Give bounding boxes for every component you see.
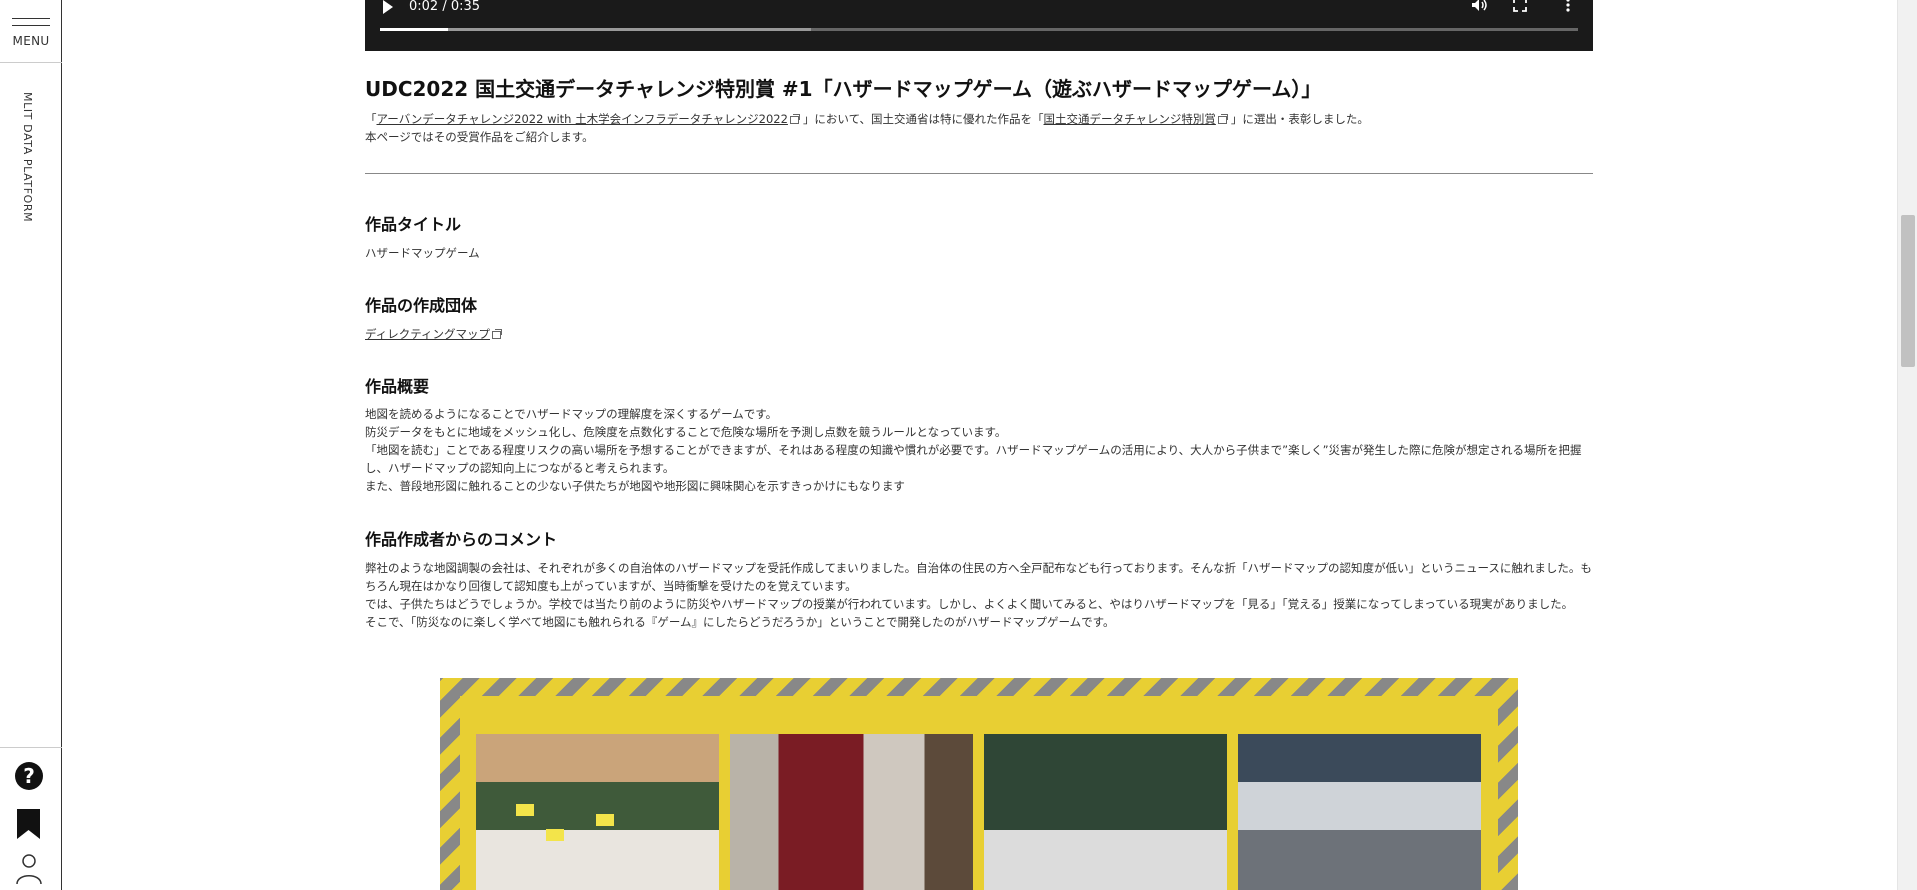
video-progress-fill	[380, 28, 449, 31]
platform-label[interactable]: MLIT DATA PLATFORM	[21, 92, 34, 222]
section-divider	[365, 173, 1593, 174]
work-title-value: ハザードマップゲーム	[365, 246, 480, 260]
section-heading-title: 作品タイトル	[365, 215, 462, 234]
volume-icon[interactable]	[1471, 0, 1489, 12]
intro-prefix: 「	[365, 112, 377, 126]
video-progress-bar[interactable]	[380, 28, 1578, 31]
summary-line: また、普段地形図に触れることの少ない子供たちが地図や地形図に興味関心を示すきっか…	[365, 479, 905, 493]
video-player-controls[interactable]: 0:02 / 0:35	[365, 0, 1593, 51]
photo-gym-board	[730, 734, 973, 890]
hamburger-icon	[12, 18, 50, 32]
section-heading-comment: 作品作成者からのコメント	[365, 530, 558, 549]
intro-middle: 」において、国土交通省は特に優れた作品を「	[802, 112, 1044, 126]
fullscreen-icon[interactable]	[1513, 0, 1527, 12]
photo-classroom-blackboard	[476, 734, 719, 890]
photo-children-playing	[1238, 734, 1481, 890]
special-award-link[interactable]: 国土交通データチャレンジ特別賞	[1044, 112, 1216, 126]
comment-line: そこで、「防災なのに楽しく学べて地図にも触れられる『ゲーム』にしたらどうだろうか…	[365, 615, 1115, 629]
intro-line2: 本ページではその受賞作品をご紹介します。	[365, 130, 594, 144]
scrollbar-thumb[interactable]	[1901, 215, 1915, 367]
external-link-icon	[789, 114, 800, 124]
comment-line: では、子供たちはどうでしょうか。学校では当たり前のように防災やハザードマップの授…	[365, 597, 1574, 611]
summary-line: 地図を読めるようになることでハザードマップの理解度を深くするゲームです。	[365, 407, 778, 421]
summary-line: 「地図を読む」ことである程度リスクの高い場所を予想することができますが、それはあ…	[365, 443, 1582, 475]
section-heading-org: 作品の作成団体	[365, 296, 478, 315]
left-sidebar: MENU MLIT DATA PLATFORM ?	[0, 0, 62, 890]
org-value: ディレクティングマップ	[365, 325, 1593, 343]
org-link[interactable]: ディレクティングマップ	[365, 327, 490, 341]
page-title: UDC2022 国土交通データチャレンジ特別賞 #1「ハザードマップゲーム（遊ぶ…	[365, 77, 1322, 101]
menu-label: MENU	[12, 34, 50, 48]
intro-suffix: 」に選出・表彰しました。	[1230, 112, 1369, 126]
hazard-banner-inner	[460, 696, 1498, 890]
play-icon[interactable]	[383, 0, 393, 14]
sidebar-divider-bottom	[0, 747, 62, 748]
comment-line: 弊社のような地図調製の会社は、それぞれが多くの自治体のハザードマップを受託作成し…	[365, 561, 1592, 593]
external-link-icon	[1217, 114, 1228, 124]
hazard-game-photo-banner	[440, 678, 1518, 890]
urban-data-challenge-link[interactable]: アーバンデータチャレンジ2022 with 土木学会インフラデータチャレンジ20…	[377, 112, 788, 126]
user-icon[interactable]	[15, 852, 43, 884]
photo-map-on-blackboard	[984, 734, 1227, 890]
more-icon[interactable]	[1566, 0, 1570, 12]
summary-text: 地図を読めるようになることでハザードマップの理解度を深くするゲームです。 防災デ…	[365, 405, 1593, 495]
external-link-icon	[492, 329, 503, 339]
section-heading-summary: 作品概要	[365, 377, 430, 396]
comment-text: 弊社のような地図調製の会社は、それぞれが多くの自治体のハザードマップを受託作成し…	[365, 559, 1593, 631]
page-scrollbar[interactable]	[1897, 0, 1917, 890]
video-time: 0:02 / 0:35	[409, 0, 481, 14]
bookmark-icon[interactable]	[15, 808, 42, 840]
summary-line: 防災データをもとに地域をメッシュ化し、危険度を点数化することで危険な場所を予測し…	[365, 425, 1007, 439]
intro-text: 「アーバンデータチャレンジ2022 with 土木学会インフラデータチャレンジ2…	[365, 110, 1593, 146]
menu-button[interactable]: MENU	[0, 12, 62, 54]
help-icon[interactable]: ?	[15, 762, 43, 790]
sidebar-divider	[0, 62, 62, 63]
